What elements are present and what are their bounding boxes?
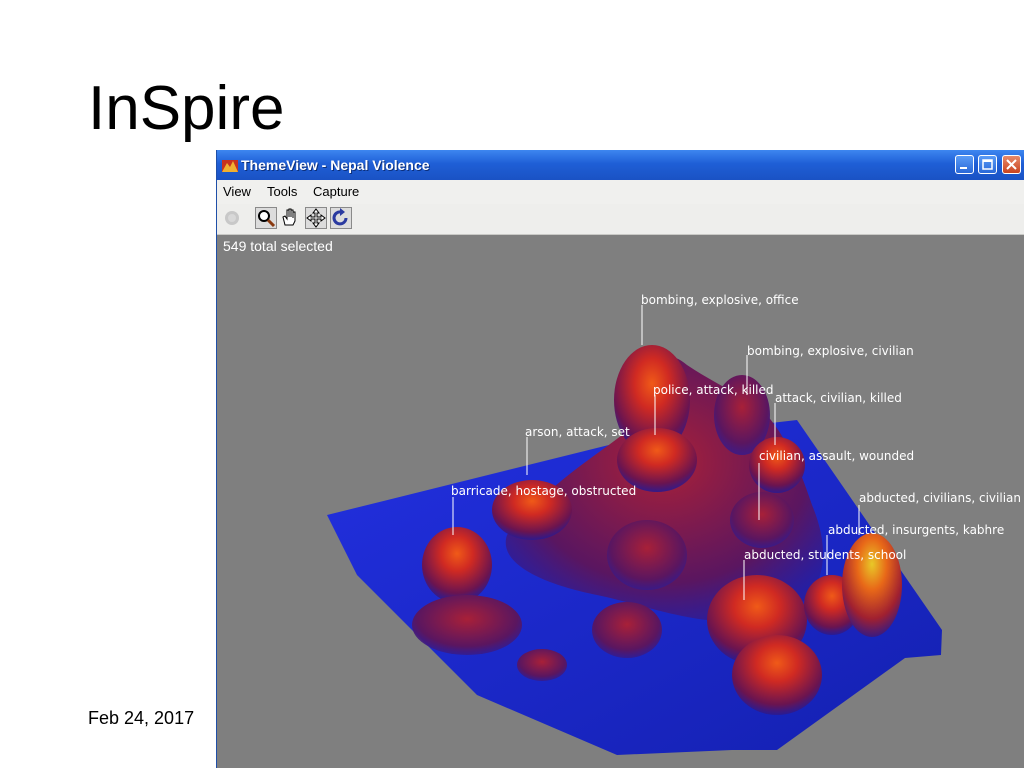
move-icon[interactable] (305, 207, 327, 229)
theme-landscape[interactable]: bombing, explosive, office bombing, expl… (217, 235, 1024, 768)
maximize-icon[interactable] (978, 155, 997, 174)
toolbar (217, 204, 1024, 235)
slide-title: InSpire (88, 74, 285, 143)
peak-south-west (412, 595, 522, 655)
peak-civilian-assault (730, 492, 794, 548)
theme-label-police-attack[interactable]: police, attack, killed (653, 383, 773, 397)
themeview-window: ThemeView - Nepal Violence View Tools Ca… (216, 150, 1024, 768)
theme-label-civilian-assault[interactable]: civilian, assault, wounded (759, 449, 914, 463)
theme-label-abducted-insurgents[interactable]: abducted, insurgents, kabhre (828, 523, 1004, 537)
theme-label-abducted-students[interactable]: abducted, students, school (744, 548, 906, 562)
menu-view[interactable]: View (223, 184, 251, 199)
menu-bar: View Tools Capture (217, 180, 1024, 204)
slide-date: Feb 24, 2017 (88, 708, 195, 728)
zoom-icon[interactable] (255, 207, 277, 229)
menu-tools[interactable]: Tools (267, 184, 297, 199)
peak-attack-civilian (749, 437, 805, 493)
rotate-icon[interactable] (330, 207, 352, 229)
hand-icon[interactable] (279, 207, 301, 229)
peak-small-south (517, 649, 567, 681)
menu-capture[interactable]: Capture (313, 184, 359, 199)
peak-south-east (732, 635, 822, 715)
themeview-canvas[interactable]: 549 total selected bombing, explosive, o… (217, 235, 1024, 768)
peak-barricade (422, 527, 492, 603)
theme-label-attack-civilian[interactable]: attack, civilian, killed (775, 391, 902, 405)
minimize-icon[interactable] (955, 155, 974, 174)
select-icon[interactable] (221, 207, 243, 229)
window-titlebar[interactable]: ThemeView - Nepal Violence (217, 150, 1024, 180)
theme-label-abducted-civilians[interactable]: abducted, civilians, civilian (859, 491, 1021, 505)
theme-label-bombing-office[interactable]: bombing, explosive, office (641, 293, 799, 307)
close-icon[interactable] (1002, 155, 1021, 174)
theme-label-bombing-civilian[interactable]: bombing, explosive, civilian (747, 344, 914, 358)
theme-label-arson[interactable]: arson, attack, set (525, 425, 630, 439)
window-title: ThemeView - Nepal Violence (241, 157, 430, 173)
peak-south-center (592, 602, 662, 658)
peak-center (607, 520, 687, 590)
theme-label-barricade[interactable]: barricade, hostage, obstructed (451, 484, 636, 498)
app-icon (222, 160, 238, 172)
